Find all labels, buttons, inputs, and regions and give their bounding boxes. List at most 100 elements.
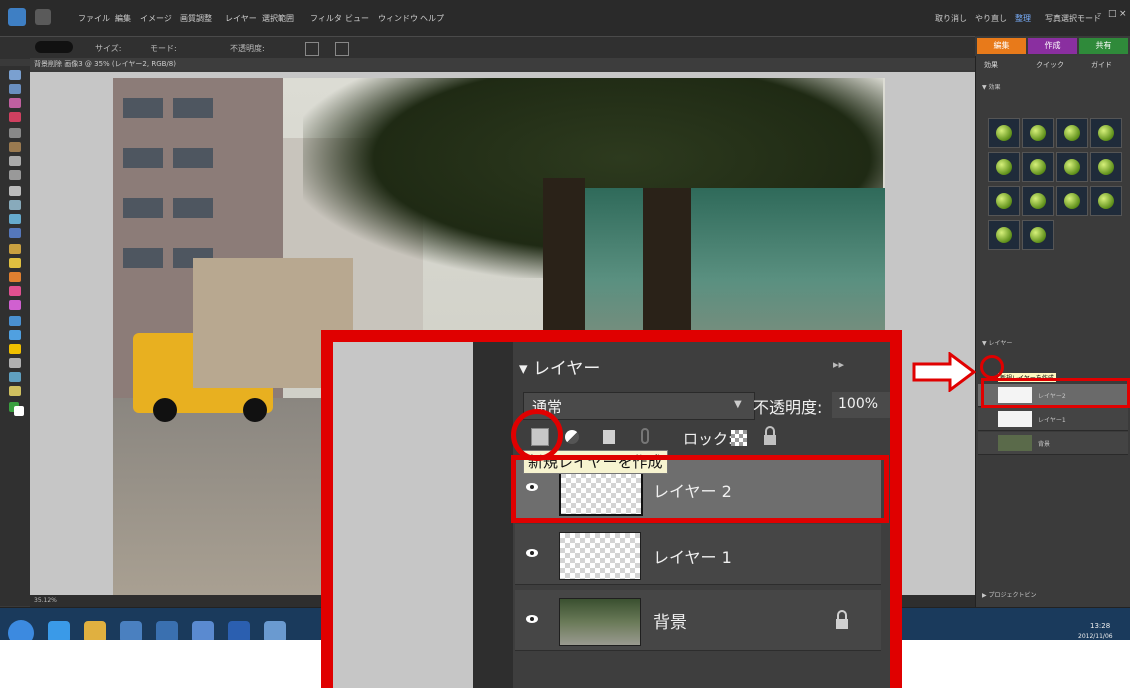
panel-menu-icon[interactable]: ▸▸ <box>833 358 844 371</box>
menu-item-view[interactable]: ビュー <box>345 13 369 24</box>
effect-thumbnail[interactable] <box>988 220 1020 250</box>
minimize-icon[interactable]: – <box>1097 9 1102 19</box>
recompose-tool-icon[interactable] <box>9 214 21 224</box>
opacity-label: 不透明度: <box>230 44 265 53</box>
move-tool-icon[interactable] <box>9 70 21 80</box>
menu-item-file[interactable]: ファイル <box>78 13 110 24</box>
app-icon[interactable] <box>192 621 214 640</box>
trash-icon[interactable] <box>603 430 615 444</box>
organizer-button[interactable]: 整理 <box>1015 13 1031 24</box>
zoomed-layers-panel-callout: ▾ レイヤー ▸▸ 通常 ▼ 不透明度: 100% ロック: レイヤー 2 レイ… <box>321 330 902 688</box>
clock-time: 13:28 <box>1090 622 1111 630</box>
photo-mode-button[interactable]: 写真選択モード <box>1045 13 1101 24</box>
zoom-tool-icon[interactable] <box>9 84 21 94</box>
effect-thumbnail[interactable] <box>1022 220 1054 250</box>
menu-item-image[interactable]: イメージ <box>140 13 172 24</box>
menu-item-edit[interactable]: 編集 <box>115 13 131 24</box>
eye-icon[interactable] <box>525 546 539 560</box>
panel-tab-guide[interactable]: ガイド <box>1091 60 1112 70</box>
marquee-tool-icon[interactable] <box>9 128 21 138</box>
effect-thumbnail[interactable] <box>1090 118 1122 148</box>
mini-layer-row[interactable]: 背景 <box>978 432 1128 455</box>
pencil-tool-icon[interactable] <box>9 272 21 282</box>
tab-edit[interactable]: 編集 <box>977 38 1026 54</box>
effect-thumbnail[interactable] <box>1090 186 1122 216</box>
menu-item-help[interactable]: ヘルプ <box>420 13 444 24</box>
crop-tool-icon[interactable] <box>9 200 21 210</box>
menu-bar: ファイル 編集 イメージ 画質調整 レイヤー 選択範囲 フィルタ ビュー ウィン… <box>0 0 1130 36</box>
app-icon[interactable] <box>156 621 178 640</box>
explorer-icon[interactable] <box>84 621 106 640</box>
maximize-icon[interactable]: □ <box>1108 9 1117 19</box>
word-icon[interactable] <box>228 621 250 640</box>
layers-panel-header[interactable]: ▼ レイヤー <box>982 338 1012 347</box>
hand-tool-icon[interactable] <box>9 98 21 108</box>
media-icon[interactable] <box>120 621 142 640</box>
blend-mode-select[interactable]: 通常 ▼ <box>523 392 755 420</box>
sponge-tool-icon[interactable] <box>9 386 21 396</box>
brush-settings-icon[interactable] <box>305 42 319 56</box>
red-eye-tool-icon[interactable] <box>9 228 21 238</box>
menu-item-layer[interactable]: レイヤー <box>225 13 257 24</box>
layer-name: レイヤー 1 <box>653 548 732 567</box>
brush-preview-icon[interactable] <box>35 41 73 53</box>
effect-thumbnail[interactable] <box>1022 186 1054 216</box>
adjustment-layer-icon[interactable] <box>565 430 579 444</box>
zoomed-layers-panel: ▾ レイヤー ▸▸ 通常 ▼ 不透明度: 100% ロック: レイヤー 2 レイ… <box>333 342 890 688</box>
opacity-field[interactable]: 100% <box>832 392 890 418</box>
panel-tab-quick[interactable]: クイック <box>1036 60 1064 70</box>
effect-thumbnail[interactable] <box>988 118 1020 148</box>
redo-button[interactable]: やり直し <box>975 13 1007 24</box>
app-logo-icon[interactable] <box>8 8 26 26</box>
lock-transparent-icon[interactable] <box>731 430 747 446</box>
clone-stamp-tool-icon[interactable] <box>9 258 21 268</box>
mini-layer-row[interactable]: レイヤー1 <box>978 408 1128 431</box>
effect-thumbnail[interactable] <box>1022 118 1054 148</box>
highlight-circle-new-layer <box>511 409 563 461</box>
close-icon[interactable]: × <box>1119 9 1127 19</box>
link-layers-icon[interactable] <box>641 428 649 444</box>
eraser-tool-icon[interactable] <box>9 286 21 296</box>
layer-row-background[interactable]: 背景 <box>515 590 881 651</box>
menu-item-select[interactable]: 選択範囲 <box>262 13 294 24</box>
selection-brush-tool-icon[interactable] <box>9 170 21 180</box>
menu-item-window[interactable]: ウィンドウ <box>378 13 418 24</box>
magic-wand-tool-icon[interactable] <box>9 156 21 166</box>
effect-thumbnail[interactable] <box>1056 152 1088 182</box>
type-tool-icon[interactable] <box>9 186 21 196</box>
lock-all-icon[interactable] <box>761 426 779 446</box>
eye-icon[interactable] <box>525 612 539 626</box>
tab-share[interactable]: 共有 <box>1079 38 1128 54</box>
shape-tool-icon[interactable] <box>9 358 21 368</box>
effect-thumbnail[interactable] <box>988 186 1020 216</box>
blur-tool-icon[interactable] <box>9 372 21 382</box>
project-bin-header[interactable]: ▶ プロジェクトビン <box>982 590 1037 599</box>
layer-row-layer-1[interactable]: レイヤー 1 <box>515 524 881 585</box>
home-icon[interactable] <box>35 9 51 25</box>
brush-tool-icon[interactable] <box>9 300 21 310</box>
smart-brush-tool-icon[interactable] <box>9 316 21 326</box>
effect-thumbnail[interactable] <box>1056 186 1088 216</box>
effect-thumbnail[interactable] <box>1022 152 1054 182</box>
effect-thumbnail[interactable] <box>1056 118 1088 148</box>
effect-thumbnail[interactable] <box>988 152 1020 182</box>
gradient-tool-icon[interactable] <box>9 344 21 354</box>
ie-icon[interactable] <box>48 621 70 640</box>
paint-bucket-tool-icon[interactable] <box>9 330 21 340</box>
panel-tab-effects[interactable]: 効果 <box>984 60 998 70</box>
menu-item-filter[interactable]: フィルタ <box>310 13 342 24</box>
background-color-icon[interactable] <box>14 406 24 416</box>
layers-panel-title[interactable]: ▾ レイヤー <box>519 354 600 379</box>
spot-healing-tool-icon[interactable] <box>9 244 21 254</box>
app-icon[interactable] <box>264 621 286 640</box>
undo-button[interactable]: 取り消し <box>935 13 967 24</box>
menu-item-enhance[interactable]: 画質調整 <box>180 13 212 24</box>
effects-header[interactable]: ▼ 効果 <box>982 82 1001 91</box>
eyedropper-tool-icon[interactable] <box>9 112 21 122</box>
tablet-settings-icon[interactable] <box>335 42 349 56</box>
tab-create[interactable]: 作成 <box>1028 38 1077 54</box>
start-button[interactable] <box>8 620 34 640</box>
lasso-tool-icon[interactable] <box>9 142 21 152</box>
effect-thumbnail[interactable] <box>1090 152 1122 182</box>
size-label: サイズ: <box>95 44 122 53</box>
